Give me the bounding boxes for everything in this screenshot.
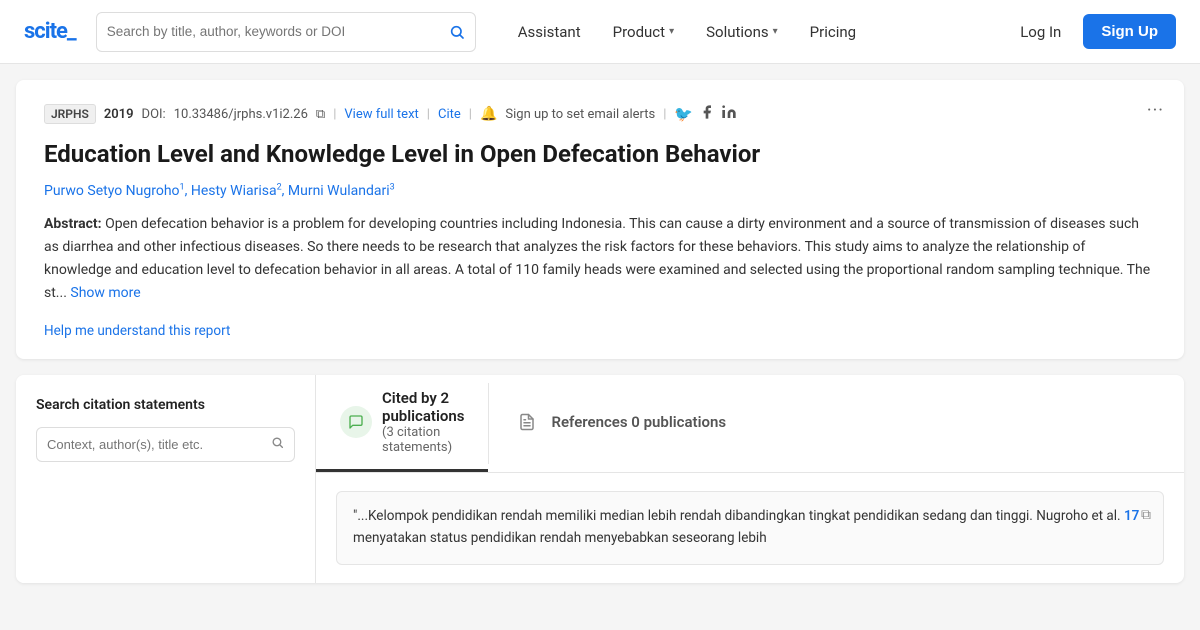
abstract-label: Abstract: <box>44 216 102 232</box>
tab-references-text: References 0 publications <box>551 413 726 431</box>
bell-icon: 🔔 <box>480 106 497 122</box>
divider: | <box>427 107 430 122</box>
abstract-text: Abstract: Open defecation behavior is a … <box>44 213 1156 305</box>
linkedin-icon[interactable] <box>721 104 737 124</box>
divider: | <box>469 107 472 122</box>
author-2[interactable]: Hesty Wiarisa2 <box>191 183 282 199</box>
citation-snippet-text: "...Kelompok pendidikan rendah memiliki … <box>353 506 1147 549</box>
nav-links: Assistant Product ▾ Solutions ▾ Pricing <box>506 15 1006 49</box>
nav-product[interactable]: Product ▾ <box>601 15 686 49</box>
citation-snippet: ⧉ "...Kelompok pendidikan rendah memilik… <box>336 491 1164 564</box>
main-wrapper: ··· JRPHS 2019 DOI: 10.33486/jrphs.v1i2.… <box>0 64 1200 599</box>
help-link[interactable]: Help me understand this report <box>44 323 230 339</box>
citations-content: ⧉ "...Kelompok pendidikan rendah memilik… <box>316 473 1184 582</box>
divider: | <box>333 107 336 122</box>
bottom-section: Search citation statements <box>16 375 1184 582</box>
doc-icon <box>513 408 541 436</box>
cite-link[interactable]: Cite <box>438 107 461 122</box>
doi-value: 10.33486/jrphs.v1i2.26 <box>174 107 308 122</box>
signup-button[interactable]: Sign Up <box>1083 14 1176 49</box>
search-icon <box>271 436 284 453</box>
tab-cited-by[interactable]: Cited by 2 publications (3 citation stat… <box>316 375 488 472</box>
search-bar <box>96 12 476 52</box>
show-more-link[interactable]: Show more <box>70 285 140 301</box>
nav-solutions[interactable]: Solutions ▾ <box>694 15 790 49</box>
citations-area: Cited by 2 publications (3 citation stat… <box>316 375 1184 582</box>
logo[interactable]: scite_ <box>24 19 76 44</box>
chevron-down-icon: ▾ <box>773 26 778 37</box>
tab-references[interactable]: References 0 publications <box>489 375 750 472</box>
search-icon[interactable] <box>449 24 465 40</box>
facebook-icon[interactable] <box>699 104 715 124</box>
citation-search-title: Search citation statements <box>36 397 295 413</box>
citations-tabs: Cited by 2 publications (3 citation stat… <box>316 375 1184 473</box>
chat-icon <box>340 406 372 438</box>
article-meta: JRPHS 2019 DOI: 10.33486/jrphs.v1i2.26 ⧉… <box>44 104 1156 124</box>
article-title: Education Level and Knowledge Level in O… <box>44 138 1156 170</box>
social-icons: 🐦 <box>674 104 737 124</box>
nav-login[interactable]: Log In <box>1006 15 1075 49</box>
citation-search-input[interactable] <box>47 437 265 452</box>
divider: | <box>663 107 666 122</box>
article-authors: Purwo Setyo Nugroho1, Hesty Wiarisa2, Mu… <box>44 182 1156 199</box>
more-options-button[interactable]: ··· <box>1147 100 1164 121</box>
tab-cited-text: Cited by 2 publications (3 citation stat… <box>382 389 464 455</box>
citation-number: 17 <box>1124 508 1139 524</box>
doi-label: DOI: <box>142 107 166 122</box>
nav-pricing[interactable]: Pricing <box>798 15 868 49</box>
article-card: ··· JRPHS 2019 DOI: 10.33486/jrphs.v1i2.… <box>16 80 1184 359</box>
copy-doi-icon[interactable]: ⧉ <box>316 107 325 122</box>
search-input[interactable] <box>107 24 449 39</box>
author-1[interactable]: Purwo Setyo Nugroho1 <box>44 183 185 199</box>
article-year: 2019 <box>104 107 134 122</box>
journal-badge: JRPHS <box>44 104 96 124</box>
navbar: scite_ Assistant Product ▾ Solutions ▾ P… <box>0 0 1200 64</box>
copy-citation-icon[interactable]: ⧉ <box>1141 504 1151 526</box>
chevron-down-icon: ▾ <box>669 26 674 37</box>
abstract-body: Open defecation behavior is a problem fo… <box>44 216 1150 301</box>
author-3[interactable]: Murni Wulandari3 <box>288 183 395 199</box>
nav-assistant[interactable]: Assistant <box>506 15 593 49</box>
view-full-text-link[interactable]: View full text <box>344 107 418 122</box>
twitter-icon[interactable]: 🐦 <box>674 105 693 123</box>
citation-search-panel: Search citation statements <box>16 375 316 582</box>
email-alert-text: Sign up to set email alerts <box>505 107 655 122</box>
citation-search-input-wrapper <box>36 427 295 462</box>
